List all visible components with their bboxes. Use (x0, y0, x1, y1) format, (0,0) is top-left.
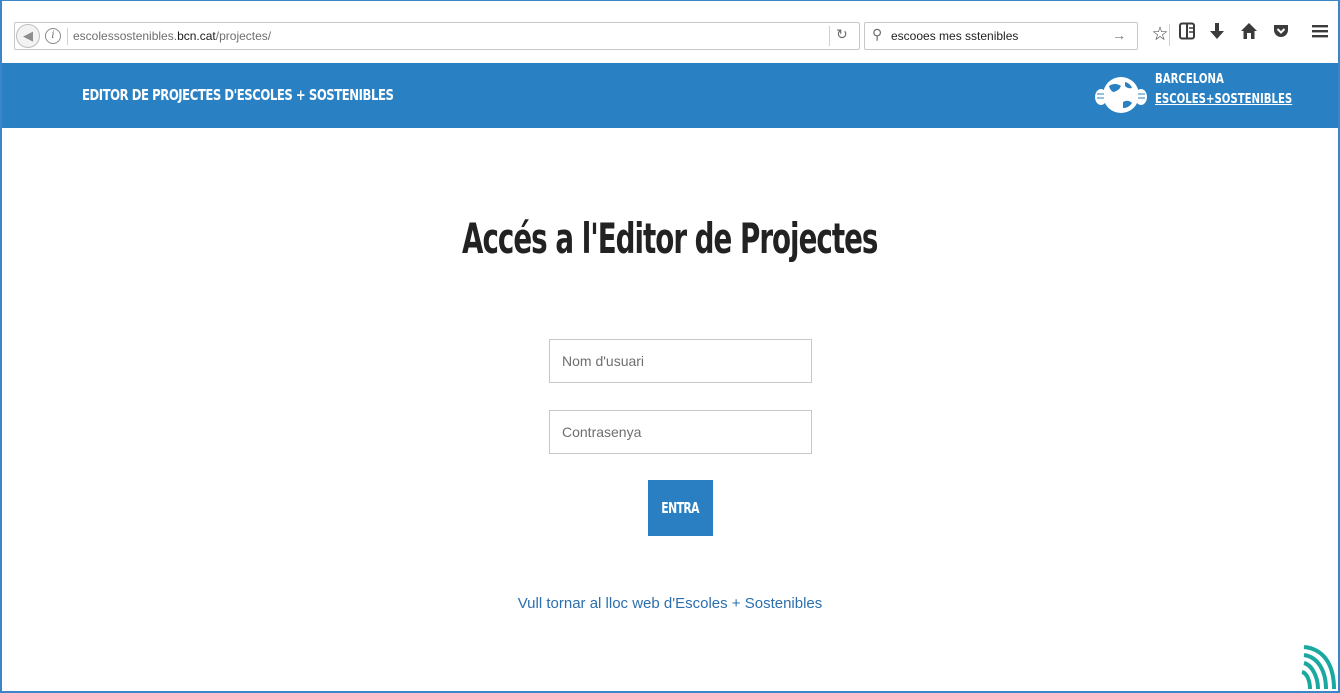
page-title: Accés a l'Editor de Projectes (462, 214, 878, 263)
address-bar[interactable]: ◀ i escolessostenibles.bcn.cat/projectes… (14, 22, 860, 50)
brand-logo[interactable]: BARCELONA ESCOLES+SOSTENIBLES (1095, 69, 1295, 121)
search-query[interactable]: escooes mes sstenibles (891, 29, 1018, 43)
brand-line-2: ESCOLES+SOSTENIBLES (1155, 92, 1293, 107)
back-icon[interactable]: ◀ (16, 24, 40, 48)
url-prefix: escolessostenibles. (73, 29, 178, 43)
search-icon: ⚲ (872, 26, 883, 42)
home-icon[interactable] (1236, 22, 1262, 48)
spiral-logo-icon[interactable] (1294, 643, 1338, 691)
browser-toolbar: ◀ i escolessostenibles.bcn.cat/projectes… (2, 1, 1338, 63)
password-input[interactable] (549, 410, 812, 454)
reload-separator (829, 26, 830, 46)
pocket-icon[interactable] (1268, 22, 1294, 48)
login-button-label: ENTRA (661, 499, 700, 517)
menu-icon[interactable] (1307, 22, 1333, 48)
page-heading: Accés a l'Editor de Projectes (0, 214, 1340, 263)
site-header: EDITOR DE PROJECTES D'ESCOLES + SOSTENIB… (2, 63, 1338, 128)
search-bar[interactable]: ⚲ escooes mes sstenibles → (864, 22, 1138, 50)
reading-list-icon[interactable] (1174, 22, 1200, 48)
back-to-site-link[interactable]: Vull tornar al lloc web d'Escoles + Sost… (0, 595, 1340, 612)
info-icon[interactable]: i (45, 28, 61, 44)
globe-hands-icon (1095, 77, 1147, 113)
address-separator (67, 28, 68, 45)
url-path: /projectes/ (215, 29, 272, 43)
brand-line-1: BARCELONA (1155, 72, 1224, 87)
site-title[interactable]: EDITOR DE PROJECTES D'ESCOLES + SOSTENIB… (82, 86, 394, 104)
go-arrow-icon[interactable]: → (1112, 27, 1126, 43)
url-text[interactable]: escolessostenibles.bcn.cat/projectes/ (73, 29, 271, 43)
reload-icon[interactable]: ↻ (836, 26, 848, 43)
download-icon[interactable] (1204, 22, 1230, 48)
url-domain: bcn.cat (177, 29, 216, 43)
username-input[interactable] (549, 339, 812, 383)
toolbar-separator (1169, 24, 1170, 46)
login-button[interactable]: ENTRA (648, 480, 713, 536)
